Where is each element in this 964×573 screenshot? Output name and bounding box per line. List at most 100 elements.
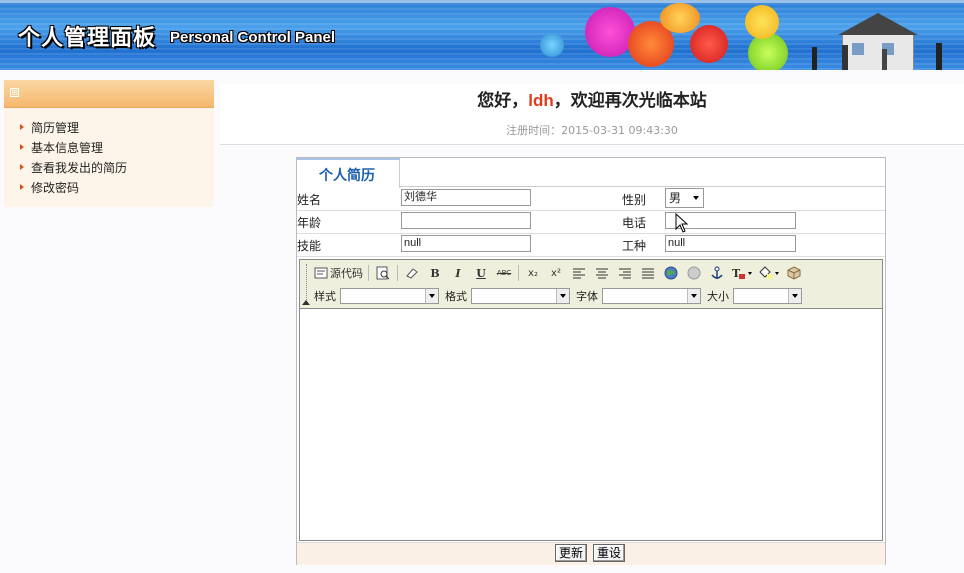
tab-personal-resume[interactable]: 个人简历 <box>297 158 400 188</box>
welcome-section: 您好，ldh，欢迎再次光临本站 注册时间：2015-03-31 09:43:30 <box>220 84 964 145</box>
align-left-button[interactable] <box>570 264 588 282</box>
registration-time: 注册时间：2015-03-31 09:43:30 <box>220 122 964 138</box>
anchor-button[interactable] <box>708 264 726 282</box>
welcome-prefix: 您好， <box>477 91 529 111</box>
gender-value: 男 <box>669 191 682 205</box>
sidebar-item-change-password[interactable]: 修改密码 <box>4 180 214 200</box>
arrow-right-icon <box>20 124 24 130</box>
reset-button[interactable]: 重设 <box>593 544 626 562</box>
source-code-button[interactable]: 源代码 <box>314 264 363 282</box>
reg-time: 2015-03-31 09:43:30 <box>561 124 678 137</box>
toolbar-separator <box>518 265 519 281</box>
eraser-icon <box>406 268 418 279</box>
cube-icon <box>787 266 801 280</box>
banner-subtitle: Personal Control Panel <box>170 29 336 46</box>
chevron-down-icon <box>556 289 569 303</box>
skill-input[interactable] <box>401 235 531 252</box>
bold-button[interactable]: B <box>426 264 444 282</box>
banner-bubble-decoration <box>745 5 779 39</box>
name-input[interactable] <box>401 189 531 206</box>
tab-label: 个人简历 <box>319 168 375 184</box>
sidebar: ⊞ 简历管理 基本信息管理 查看我发出的简历 修改密码 <box>4 80 214 207</box>
gender-label: 性别 <box>622 193 647 207</box>
welcome-suffix: ，欢迎再次光临本站 <box>553 91 707 111</box>
size-label: 大小 <box>707 290 729 303</box>
anchor-icon <box>711 266 723 279</box>
arrow-right-icon <box>20 164 24 170</box>
justify-icon <box>642 268 654 279</box>
paint-bucket-icon <box>759 266 779 279</box>
style-label: 样式 <box>314 290 336 303</box>
age-input[interactable] <box>401 212 531 229</box>
reg-label: 注册时间： <box>506 124 562 137</box>
skill-label: 技能 <box>297 239 322 253</box>
source-icon <box>314 267 328 279</box>
job-input[interactable] <box>665 235 796 252</box>
editor-content-area[interactable] <box>300 309 882 540</box>
size-dropdown[interactable] <box>733 288 802 304</box>
people-illustration <box>812 43 962 70</box>
arrow-right-icon <box>20 184 24 190</box>
background-color-button[interactable] <box>758 264 780 282</box>
phone-label: 电话 <box>622 216 647 230</box>
insert-link-button[interactable] <box>662 264 680 282</box>
banner-bubble-decoration <box>748 33 788 70</box>
collapse-toolbar-icon[interactable] <box>302 300 310 305</box>
toolbar-separator <box>368 265 369 281</box>
form-actions: 更新 重设 <box>297 542 885 565</box>
superscript-button[interactable]: x² <box>547 264 565 282</box>
text-color-button[interactable]: T <box>731 264 753 282</box>
sidebar-item-basic-info[interactable]: 基本信息管理 <box>4 140 214 160</box>
italic-button[interactable]: I <box>449 264 467 282</box>
username: ldh <box>528 91 554 110</box>
banner-bubble-decoration <box>690 25 728 63</box>
style-dropdown[interactable] <box>340 288 439 304</box>
sidebar-header[interactable]: ⊞ <box>4 80 214 108</box>
update-button[interactable]: 更新 <box>555 544 588 562</box>
align-right-icon <box>619 268 631 279</box>
chevron-down-icon <box>788 289 801 303</box>
font-label: 字体 <box>576 290 598 303</box>
sidebar-item-resume-management[interactable]: 简历管理 <box>4 120 214 140</box>
toolbar-separator <box>397 265 398 281</box>
resume-panel: 个人简历 姓名 性别 男 年龄 电话 技能 工种 源代码 <box>296 157 886 565</box>
sidebar-item-label[interactable]: 修改密码 <box>31 181 79 195</box>
sidebar-item-label[interactable]: 查看我发出的简历 <box>31 161 127 175</box>
banner-bubble-decoration <box>660 3 700 33</box>
sidebar-item-label[interactable]: 简历管理 <box>31 121 79 135</box>
sidebar-item-sent-resumes[interactable]: 查看我发出的简历 <box>4 160 214 180</box>
welcome-message: 您好，ldh，欢迎再次光临本站 <box>220 86 964 111</box>
form-row-skill-job: 技能 工种 <box>297 233 885 257</box>
expand-icon[interactable]: ⊞ <box>10 88 19 97</box>
preview-icon <box>376 266 390 280</box>
form-row-name-gender: 姓名 性别 男 <box>297 187 885 211</box>
form-row-age-phone: 年龄 电话 <box>297 210 885 234</box>
font-dropdown[interactable] <box>602 288 701 304</box>
editor-toolbar: 源代码 B I U ABC x₂ x² T 样式 格式 字体 大小 <box>300 260 882 309</box>
underline-button[interactable]: U <box>472 264 490 282</box>
job-label: 工种 <box>622 239 647 253</box>
source-code-label: 源代码 <box>330 267 363 280</box>
arrow-right-icon <box>20 144 24 150</box>
align-right-button[interactable] <box>616 264 634 282</box>
toolbar-grip <box>306 264 309 304</box>
banner-title: 个人管理面板 <box>18 26 157 51</box>
gender-select[interactable]: 男 <box>665 188 704 208</box>
justify-button[interactable] <box>639 264 657 282</box>
align-left-icon <box>573 268 585 279</box>
strikethrough-button[interactable]: ABC <box>495 264 513 282</box>
eraser-button[interactable] <box>403 264 421 282</box>
sidebar-item-label[interactable]: 基本信息管理 <box>31 141 103 155</box>
chevron-down-icon <box>693 196 699 200</box>
header-banner: 个人管理面板 Personal Control Panel <box>0 0 964 70</box>
unlink-button[interactable] <box>685 264 703 282</box>
subscript-button[interactable]: x₂ <box>524 264 542 282</box>
banner-bubble-decoration <box>585 7 635 57</box>
format-dropdown[interactable] <box>471 288 570 304</box>
rich-text-editor: 源代码 B I U ABC x₂ x² T 样式 格式 字体 大小 <box>299 259 883 541</box>
align-center-button[interactable] <box>593 264 611 282</box>
toolbar-row-2: 样式 格式 字体 大小 <box>314 285 808 307</box>
preview-button[interactable] <box>374 264 392 282</box>
insert-object-button[interactable] <box>785 264 803 282</box>
unlink-icon <box>687 266 701 280</box>
